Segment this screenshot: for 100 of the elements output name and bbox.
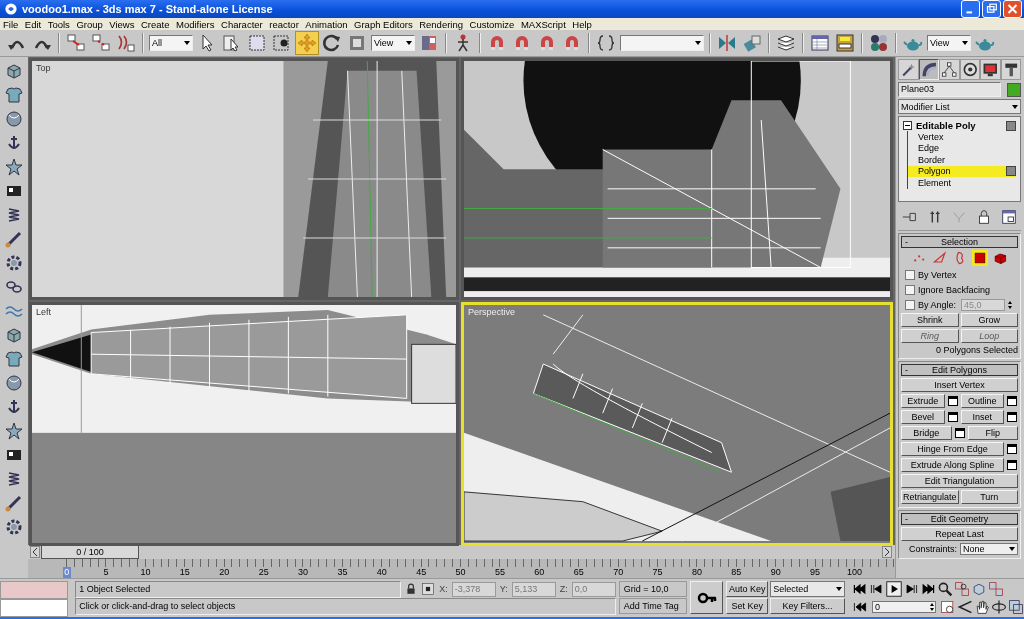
menu-item[interactable]: MAXScript <box>520 18 566 30</box>
menu-item[interactable]: Customize <box>469 18 515 30</box>
viewport[interactable]: Top <box>29 58 459 301</box>
orbit-icon[interactable] <box>991 599 1007 616</box>
menu-item[interactable]: Graph Editors <box>354 18 413 30</box>
menu-item[interactable]: Tools <box>47 18 70 30</box>
viewport-label[interactable]: Left <box>36 307 51 318</box>
checkbox[interactable] <box>905 284 915 295</box>
star-icon[interactable] <box>4 421 24 442</box>
rollout-header[interactable]: - Edit Geometry <box>901 513 1018 526</box>
panel-button[interactable]: Retriangulate <box>901 490 959 505</box>
viewport[interactable]: Perspective <box>461 302 893 547</box>
rollout-header[interactable]: - Edit Polygons <box>901 364 1018 377</box>
stack-item[interactable]: Edge <box>907 142 1016 155</box>
menu-item[interactable]: Create <box>140 18 170 30</box>
field-of-view-icon[interactable] <box>957 599 973 616</box>
stack-item[interactable]: Vertex <box>907 131 1016 143</box>
shirt-icon[interactable] <box>4 85 24 106</box>
set-key-button[interactable]: Set Key <box>726 598 769 615</box>
wand-icon[interactable] <box>898 59 919 81</box>
panel-button[interactable]: Grow <box>960 313 1018 328</box>
hammer-icon[interactable] <box>1000 59 1021 81</box>
menu-item[interactable]: File <box>3 18 19 30</box>
viewport-label[interactable]: Perspective <box>468 307 516 318</box>
shirt-icon[interactable] <box>4 349 24 370</box>
selection-icon[interactable] <box>421 582 436 597</box>
wheel-icon[interactable] <box>959 59 980 81</box>
dropdown[interactable]: All <box>149 35 193 52</box>
panel-button[interactable]: Extrude Along Spline <box>901 458 1004 473</box>
modifier-list[interactable]: Modifier List <box>898 99 1021 115</box>
collapse-icon[interactable] <box>903 121 912 131</box>
checkbox-label[interactable]: Ignore Backfacing <box>918 284 991 295</box>
hand-icon[interactable] <box>974 599 990 616</box>
zoom-icon[interactable] <box>937 581 953 598</box>
next-button[interactable] <box>882 546 892 559</box>
constraints-dropdown[interactable]: None <box>960 543 1018 556</box>
stack-item[interactable]: Border <box>907 154 1016 166</box>
settings-icon[interactable] <box>953 427 966 440</box>
menu-item[interactable]: Animation <box>305 18 348 30</box>
settings-icon[interactable] <box>1006 459 1018 472</box>
arc-icon[interactable] <box>918 59 939 81</box>
panel-button[interactable]: Bevel <box>901 410 945 425</box>
align-icon[interactable] <box>741 32 763 55</box>
schematic-icon[interactable] <box>834 32 856 55</box>
panel-button[interactable]: Flip <box>967 426 1018 441</box>
checkbox[interactable] <box>905 299 915 310</box>
panel-button[interactable]: Inset <box>960 410 1004 425</box>
settings-icon[interactable] <box>1006 411 1018 424</box>
settings-icon[interactable] <box>946 395 959 408</box>
stack-item[interactable]: Editable Poly <box>916 120 1002 132</box>
color-swatch[interactable] <box>1007 82 1021 97</box>
panel-button[interactable]: Extrude <box>901 394 945 409</box>
settings-icon[interactable] <box>1006 443 1018 456</box>
hierarchy-icon[interactable] <box>939 59 960 81</box>
lock-icon[interactable] <box>405 583 418 596</box>
time-configuration-icon[interactable] <box>940 599 956 616</box>
checkbox[interactable] <box>905 269 915 280</box>
minimize-button[interactable] <box>961 0 980 18</box>
menu-item[interactable]: Views <box>109 18 135 30</box>
menu-item[interactable]: reactor <box>269 18 299 30</box>
stack-item[interactable]: Polygon <box>907 165 1016 178</box>
viewport[interactable]: Left <box>29 302 459 547</box>
dropdown[interactable]: View <box>927 35 971 52</box>
listener-field[interactable] <box>0 581 69 600</box>
close-button[interactable] <box>1003 0 1022 18</box>
previous-button[interactable] <box>30 546 40 559</box>
rod-icon[interactable] <box>4 229 24 250</box>
configure-icon[interactable] <box>999 208 1018 227</box>
zoom-all-icon[interactable] <box>954 581 970 598</box>
polygon-icon[interactable] <box>971 250 988 267</box>
rod-icon[interactable] <box>4 493 24 514</box>
sphere-icon[interactable] <box>4 109 24 130</box>
settings-icon[interactable] <box>946 411 959 424</box>
key-button[interactable] <box>690 581 724 615</box>
auto-key-button[interactable]: Auto Key <box>726 581 769 598</box>
panel-button[interactable]: Insert Vertex <box>901 378 1018 393</box>
monitor-icon[interactable] <box>980 59 1001 81</box>
star-icon[interactable] <box>4 157 24 178</box>
menu-item[interactable]: Edit <box>24 18 42 30</box>
key-set-dropdown[interactable]: Selected <box>770 581 845 598</box>
viewport-label[interactable]: Top <box>36 63 51 74</box>
name-field[interactable]: Plane03 <box>898 82 1001 98</box>
dropdown[interactable]: View <box>371 35 415 52</box>
menu-item[interactable]: Group <box>76 18 103 30</box>
restore-button[interactable] <box>982 0 1001 18</box>
time-tag-button[interactable]: Add Time Tag <box>618 598 687 615</box>
rollout-header[interactable]: - Selection <box>901 236 1018 249</box>
panel-button[interactable]: Repeat Last <box>901 527 1018 542</box>
settings-icon[interactable] <box>1006 395 1018 408</box>
menu-item[interactable]: Character <box>221 18 263 30</box>
sphere-icon[interactable] <box>4 373 24 394</box>
maximize-icon[interactable] <box>1008 599 1024 616</box>
menu-item[interactable]: Modifiers <box>175 18 215 30</box>
menu-item[interactable]: Help <box>572 18 592 30</box>
cube-icon[interactable] <box>971 581 987 598</box>
checkbox-label[interactable]: By Angle: <box>918 299 957 310</box>
dropdown[interactable] <box>620 35 704 52</box>
panel-button[interactable]: Bridge <box>901 426 952 441</box>
menu-item[interactable]: Rendering <box>419 18 464 30</box>
key-filters-button[interactable]: Key Filters... <box>770 598 845 615</box>
